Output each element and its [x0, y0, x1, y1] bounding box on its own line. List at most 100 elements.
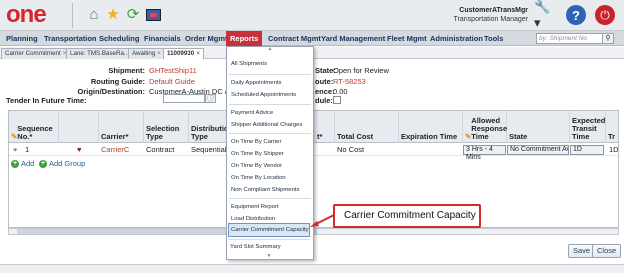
cell-distribution-type: Sequential: [191, 145, 227, 154]
menu-item-non-compliant[interactable]: Non Compliant Shipments: [229, 183, 311, 197]
cell-total-cost: No Cost: [337, 145, 365, 154]
nav-order-mgmt[interactable]: Order Mgmt: [181, 31, 232, 46]
preference-value: 0.00: [333, 87, 348, 96]
response-time-select[interactable]: 3 Hrs - 4 Mins: [463, 145, 506, 161]
col-expected-transit[interactable]: Expected Transit Time: [570, 111, 606, 143]
user-name: CustomerATransMgr: [459, 7, 528, 14]
nav-contract-mgmt[interactable]: Contract Mgmt: [264, 31, 325, 46]
menu-divider: [229, 104, 311, 105]
star-icon[interactable]: ★: [104, 6, 122, 24]
close-icon[interactable]: ×: [196, 50, 200, 57]
calendar-icon[interactable]: 🕓: [205, 94, 216, 103]
callout-label: Carrier Commitment Capacity: [333, 204, 481, 228]
route-value[interactable]: RT-58253: [333, 77, 366, 86]
cell-carrier[interactable]: CarrierC: [99, 144, 131, 156]
add-button[interactable]: + Add: [11, 159, 34, 169]
routing-guide-label: Routing Guide:: [90, 77, 145, 86]
menu-item-scheduled-appointments[interactable]: Scheduled Appointments: [229, 88, 311, 102]
row-delete-icon[interactable]: ⌖: [11, 144, 19, 156]
shipment-label: Shipment:: [108, 66, 145, 75]
wrench-icon[interactable]: 🔧▾: [534, 0, 556, 30]
nav-financials[interactable]: Financials: [140, 31, 185, 46]
cell-sequence: 1: [25, 145, 30, 154]
menu-scroll-down-icon[interactable]: ▼: [226, 254, 312, 259]
search-placeholder: by: Shipment No: [539, 35, 588, 42]
close-icon[interactable]: ×: [157, 50, 161, 57]
app-header: one ⌂ ★ ⟳ CustomerATransMgr Transportati…: [0, 0, 624, 31]
status-footer: [0, 264, 624, 273]
search-icon[interactable]: ⚲: [602, 33, 614, 44]
tender-future-time-label: Tender In Future Time:: [6, 96, 87, 105]
tab-label: Carrier Commitment: [5, 50, 61, 57]
menu-divider: [229, 74, 311, 75]
app-logo[interactable]: one: [6, 2, 47, 28]
col-expiration-time[interactable]: Expiration Time: [399, 111, 463, 143]
state-select[interactable]: No Commitment Available: [507, 145, 569, 155]
nav-transportation[interactable]: Transportation: [40, 31, 101, 46]
tab-label: 11009930: [167, 50, 195, 57]
header-divider: [72, 3, 73, 28]
power-icon[interactable]: ⏻: [595, 5, 615, 25]
route-label: oute:: [315, 77, 334, 86]
add-icon: +: [11, 160, 19, 168]
heart-icon: ♥: [77, 145, 82, 154]
menu-divider: [229, 198, 311, 199]
close-button[interactable]: Close: [592, 244, 622, 258]
shipment-value[interactable]: GHTestShip11: [149, 66, 197, 75]
col-distribution-type[interactable]: Distribution Type: [189, 111, 233, 143]
col-truncated[interactable]: t*: [315, 111, 335, 143]
tab-carrier-commitment[interactable]: Carrier Commitment ×: [1, 48, 71, 59]
col-state[interactable]: State: [507, 111, 570, 143]
menu-item-yard-slot-summary[interactable]: Yard Slot Summary: [228, 240, 310, 254]
menu-item-shipper-additional-charges[interactable]: Shipper Additional Charges: [229, 118, 311, 132]
tender-time-input[interactable]: [163, 94, 205, 103]
monitor-icon[interactable]: [144, 6, 162, 24]
add-label: Add: [21, 159, 35, 168]
col-allowed-response[interactable]: ✎ Allowed Response Time: [463, 111, 507, 143]
transit-select[interactable]: 1D: [570, 145, 604, 155]
nav-scheduling[interactable]: Scheduling: [95, 31, 143, 46]
nav-fleet-mgmt[interactable]: Fleet Mgmt: [383, 31, 431, 46]
schedule-checkbox[interactable]: [333, 96, 341, 104]
user-info: CustomerATransMgr Transportation Manager: [454, 6, 528, 24]
home-icon[interactable]: ⌂: [85, 6, 103, 24]
menu-divider: [229, 133, 311, 134]
tab-shipment[interactable]: 11009930 ×: [163, 48, 204, 59]
add-group-icon: +: [39, 160, 47, 168]
col-allowed-response-label: Allowed Response Time: [471, 116, 508, 141]
add-group-label: Add Group: [49, 159, 86, 168]
refresh-icon[interactable]: ⟳: [124, 6, 142, 24]
main-nav: Planning Transportation Scheduling Finan…: [0, 31, 624, 46]
routing-guide-value[interactable]: Default Guide: [149, 77, 195, 86]
nav-reports[interactable]: Reports: [226, 31, 263, 46]
col-sequence-label: Sequence No.*: [17, 124, 53, 141]
tab-label: Awaiting: [132, 50, 156, 57]
col-total-cost[interactable]: Total Cost: [335, 111, 399, 143]
user-role: Transportation Manager: [453, 16, 528, 23]
cell-selection-type: Contract: [146, 145, 175, 154]
nav-administration[interactable]: Administration: [426, 31, 487, 46]
grid-header: ✎ Sequence No.* Carrier* Selection Type D…: [9, 111, 618, 143]
nav-tools[interactable]: Tools: [480, 31, 507, 46]
add-group-button[interactable]: + Add Group: [39, 159, 85, 169]
col-selection-type[interactable]: Selection Type: [144, 111, 189, 143]
schedule-label: dule:: [315, 96, 333, 105]
nav-yard-management[interactable]: Yard Management: [317, 31, 389, 46]
nav-planning[interactable]: Planning: [2, 31, 42, 46]
state-value: Open for Review: [333, 66, 389, 75]
shipment-search-input[interactable]: by: Shipment No ⚲: [536, 33, 614, 44]
menu-scroll-up-icon[interactable]: ▲: [227, 47, 313, 52]
preference-label: ence:: [315, 87, 335, 96]
callout-arrow-icon: [310, 214, 334, 227]
app-window: one ⌂ ★ ⟳ CustomerATransMgr Transportati…: [0, 0, 624, 273]
col-tr[interactable]: Tr: [606, 111, 618, 143]
col-sequence[interactable]: ✎ Sequence No.*: [9, 111, 59, 143]
col-carrier[interactable]: Carrier*: [99, 111, 144, 143]
col-blank: [59, 111, 99, 143]
origin-destination-label: Origin/Destination:: [77, 87, 146, 96]
menu-item-all-shipments[interactable]: All Shipments: [229, 57, 311, 71]
tab-awaiting[interactable]: Awaiting ×: [128, 48, 165, 59]
menu-item-carrier-commitment-capacity[interactable]: Carrier Commitment Capacity: [228, 223, 310, 237]
help-icon[interactable]: ?: [566, 5, 586, 25]
cell-tr: 1D: [609, 145, 619, 154]
